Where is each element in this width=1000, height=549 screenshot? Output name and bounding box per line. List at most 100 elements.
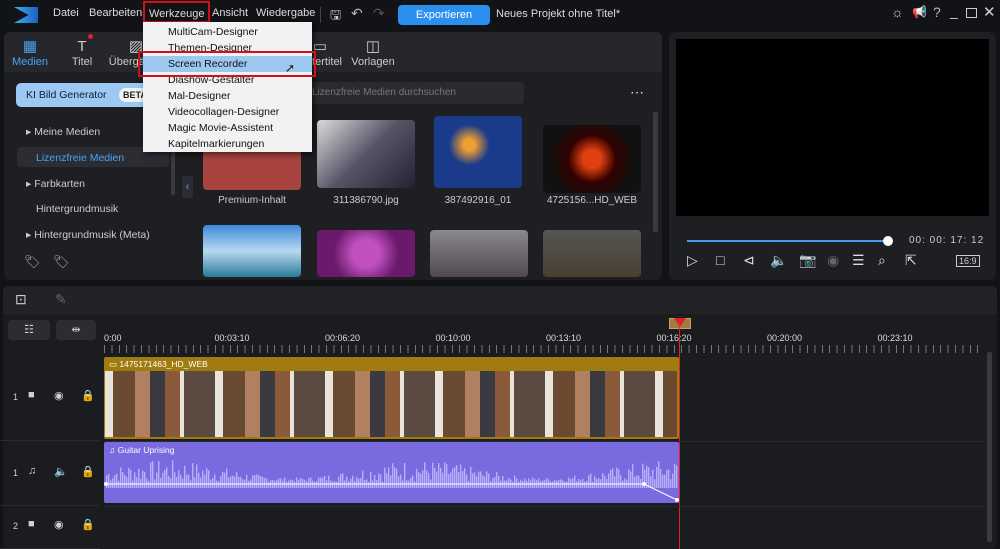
collapse-sidebar-button[interactable]: ‹: [182, 176, 193, 198]
sidebar-label: Farbkarten: [34, 178, 85, 190]
media-caption: Premium-Inhalt: [218, 195, 286, 206]
mouse-cursor-icon: ➚: [285, 61, 296, 75]
edit-icon[interactable]: ✎: [55, 291, 67, 308]
menu-item-multicam[interactable]: MultiCam-Designer: [143, 24, 312, 40]
timeline-scrollbar[interactable]: [987, 352, 992, 542]
media-thumb-photographer[interactable]: [317, 120, 415, 188]
media-caption: 4725156...HD_WEB: [546, 195, 638, 206]
stop-icon[interactable]: □: [716, 252, 724, 268]
aspect-ratio-button[interactable]: 16:9: [956, 255, 980, 267]
undo-icon[interactable]: ↶: [351, 5, 363, 22]
media-caption: 387492916_01: [444, 195, 512, 206]
minimize-icon[interactable]: _: [950, 3, 958, 19]
track-header-video-1: 1 ■ ◉ 🔒: [0, 356, 100, 441]
media-thumb-sunburst[interactable]: [317, 230, 415, 277]
sidebar-label: Hintergrundmusik (Meta): [34, 229, 150, 241]
help-icon[interactable]: ?: [933, 4, 941, 20]
redo-icon[interactable]: ↷: [373, 5, 385, 22]
zoom-preview-icon[interactable]: ⌕: [878, 252, 886, 269]
audio-clip[interactable]: ♫ Guitar Uprising: [104, 442, 679, 503]
sidebar-item-hintergrundmusik-meta[interactable]: ▸ Hintergrundmusik (Meta): [26, 229, 150, 241]
undock-icon[interactable]: ⇱: [905, 252, 917, 269]
snapshot-icon[interactable]: 📷: [799, 252, 816, 269]
ruler-ticks: [104, 345, 984, 353]
sidebar-label: Lizenzfreie Medien: [36, 152, 125, 164]
ruler-label: 00:03:10: [214, 333, 250, 343]
visibility-icon[interactable]: ◉: [54, 389, 64, 402]
seek-handle[interactable]: [883, 236, 893, 246]
tab-label: Medien: [11, 56, 49, 68]
menu-datei[interactable]: Datei: [53, 7, 79, 19]
werkzeuge-dropdown: MultiCam-Designer Themen-Designer Screen…: [143, 22, 312, 152]
menu-item-magic-movie[interactable]: Magic Movie-Assistent: [143, 120, 312, 136]
chapters-icon[interactable]: ☰: [852, 252, 865, 269]
track-divider: [104, 506, 984, 507]
ruler-label: 00:16:20: [656, 333, 692, 343]
track-header-audio-1: 1 ♫ 🔈 🔒: [0, 441, 100, 506]
media-icon: ▦: [22, 38, 38, 55]
seek-bar[interactable]: [687, 240, 887, 242]
menu-bearbeiten[interactable]: Bearbeiten: [89, 7, 142, 19]
visibility-icon[interactable]: ◉: [54, 518, 64, 531]
ruler-label: 00:20:00: [767, 333, 803, 343]
maximize-icon[interactable]: [966, 8, 977, 18]
video-clip[interactable]: ▭ 1475171463_HD_WEB: [104, 357, 679, 439]
play-icon[interactable]: ▷: [687, 252, 698, 269]
preview-screen: [676, 39, 989, 216]
close-icon[interactable]: ✕: [983, 3, 996, 21]
ruler-label: 00:06:20: [325, 333, 361, 343]
sidebar-item-farbkarten[interactable]: ▸ Farbkarten: [26, 178, 85, 190]
media-thumb-field[interactable]: [543, 230, 641, 277]
timecode: 00: 00: 17: 12: [909, 235, 985, 246]
settings-icon[interactable]: ☼: [891, 4, 904, 20]
menu-item-mal-designer[interactable]: Mal-Designer: [143, 88, 312, 104]
title-icon: T: [77, 38, 87, 55]
menu-werkzeuge[interactable]: Werkzeuge: [143, 1, 211, 23]
media-thumb-lanterns[interactable]: [434, 116, 522, 188]
speaker-icon[interactable]: 🔈: [54, 465, 68, 478]
track-manager-icon[interactable]: ⊡: [15, 291, 27, 308]
export-button[interactable]: Exportieren: [398, 5, 490, 25]
playhead-icon[interactable]: [674, 318, 686, 327]
search-input[interactable]: Lizenzfreie Medien durchsuchen: [300, 82, 524, 104]
remove-tag-icon[interactable]: 🏷: [53, 254, 70, 270]
sidebar-item-hintergrundmusik[interactable]: Hintergrundmusik: [36, 203, 118, 215]
clip-label: ▭ 1475171463_HD_WEB: [109, 359, 208, 369]
clip-thumbnails: [105, 371, 677, 437]
sidebar-item-meine-medien[interactable]: ▸ Meine Medien: [26, 126, 100, 138]
ruler-label: 00:23:10: [877, 333, 913, 343]
media-scrollbar[interactable]: [653, 112, 658, 232]
volume-icon[interactable]: 🔈: [770, 252, 787, 269]
tab-medien[interactable]: ▦ Medien: [0, 38, 60, 68]
menu-wiedergabe[interactable]: Wiedergabe: [256, 7, 315, 19]
add-tag-icon[interactable]: 🏷: [24, 254, 41, 270]
notification-dot: [88, 34, 93, 39]
menu-item-videocollagen[interactable]: Videocollagen-Designer: [143, 104, 312, 120]
tab-titel[interactable]: T Titel: [52, 38, 112, 68]
add-track-button[interactable]: ☷: [8, 320, 50, 340]
media-thumb-camper[interactable]: [203, 225, 301, 277]
playhead-line[interactable]: [679, 327, 680, 549]
template-icon: ◫: [365, 38, 381, 55]
search-placeholder: Lizenzfreie Medien durchsuchen: [312, 87, 456, 98]
app-logo: [14, 7, 38, 23]
save-icon[interactable]: 🖫: [330, 6, 341, 28]
menu-item-kapitelmarkierungen[interactable]: Kapitelmarkierungen: [143, 136, 312, 152]
track-number: 1: [13, 468, 19, 478]
tab-vorlagen[interactable]: ◫ Vorlagen: [343, 38, 403, 68]
more-options-icon[interactable]: ⋯: [630, 84, 644, 101]
menu-ansicht[interactable]: Ansicht: [212, 7, 248, 19]
previous-frame-icon[interactable]: ⊲: [743, 252, 755, 269]
lock-icon[interactable]: 🔒: [81, 389, 95, 402]
media-thumb-red-light[interactable]: [543, 125, 641, 193]
lock-icon[interactable]: 🔒: [81, 465, 95, 478]
megaphone-icon[interactable]: 📢: [912, 5, 927, 19]
tab-label: Vorlagen: [351, 56, 395, 68]
fit-timeline-button[interactable]: ⇹: [56, 320, 96, 340]
playback-mode-icon[interactable]: ◉: [827, 252, 839, 269]
ai-label: KI Bild Generator: [26, 89, 107, 101]
lock-icon[interactable]: 🔒: [81, 518, 95, 531]
track-header-video-2: 2 ■ ◉ 🔒: [0, 506, 100, 549]
media-thumb-carousel[interactable]: [430, 230, 528, 277]
media-caption: 311386790.jpg: [333, 195, 399, 206]
